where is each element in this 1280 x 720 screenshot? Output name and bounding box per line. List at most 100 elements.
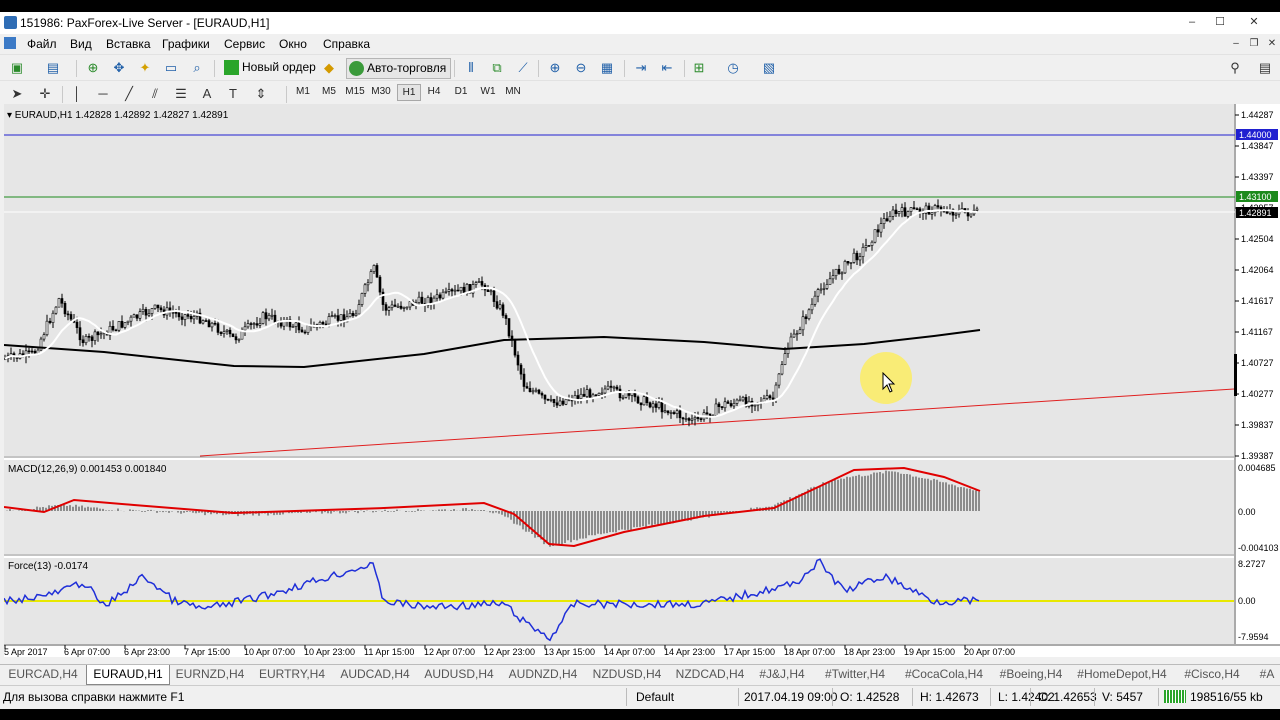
minimize-button[interactable]: – [1182,15,1202,30]
chart-tab[interactable]: AUDNZD,H4 [502,665,584,684]
time-label: 10 Apr 23:00 [304,647,355,657]
candle-body [327,316,331,325]
menu-insert[interactable]: Вставка [106,37,151,51]
fibonacci-icon[interactable]: ☰ [172,85,190,103]
market-watch-icon[interactable]: ⊕ [84,59,102,77]
timeframe-w1[interactable]: W1 [477,86,499,97]
menu-view[interactable]: Вид [70,37,92,51]
candle-body [480,281,484,286]
terminal-icon[interactable]: ▭ [162,59,180,77]
candle-body [333,315,337,317]
candle-body [723,401,727,409]
menu-bar: Файл Вид Вставка Графики Сервис Окно Спр… [0,34,1280,54]
time-label: 6 Apr 23:00 [124,647,170,657]
text-icon[interactable]: A [198,85,216,103]
time-label: 10 Apr 07:00 [244,647,295,657]
metaeditor-icon[interactable]: ◆ [320,59,338,77]
maximize-button[interactable]: ☐ [1210,15,1230,30]
candle-body [732,403,736,407]
menu-tools[interactable]: Сервис [224,37,265,51]
candle-body [273,314,277,323]
equidistant-channel-icon[interactable]: ⫽ [146,85,164,103]
timeframe-m5[interactable]: M5 [318,86,340,97]
scroll-marker [1234,354,1237,396]
auto-scroll-icon[interactable]: ⇤ [658,59,676,77]
zoom-out-icon[interactable]: ⊖ [572,59,590,77]
chart-tab[interactable]: #A [1252,665,1280,684]
bar-chart-icon[interactable]: ⫴ [462,59,480,77]
timeframe-h1[interactable]: H1 [397,84,421,101]
navigator-icon[interactable]: ✥ [110,59,128,77]
timeframe-m30[interactable]: M30 [370,86,392,97]
mdi-restore-button[interactable]: ❐ [1246,37,1262,50]
auto-trading-button[interactable]: Авто-торговля [346,58,452,79]
new-chart-icon[interactable]: ▣ [8,59,26,77]
menu-window[interactable]: Окно [279,37,307,51]
new-order-button[interactable]: Новый ордер [222,58,316,77]
menu-charts[interactable]: Графики [162,37,210,51]
data-window-icon[interactable]: ✦ [136,59,154,77]
time-label: 14 Apr 07:00 [604,647,655,657]
chart-tab[interactable]: #CocaCola,H4 [898,665,990,684]
templates-icon[interactable]: ▧ [760,59,778,77]
menu-file[interactable]: Файл [27,37,57,51]
candle-body [687,418,691,421]
chart-tab[interactable]: AUDCAD,H4 [334,665,416,684]
chart-tab[interactable]: EURTRY,H4 [252,665,332,684]
vertical-line-icon[interactable]: │ [68,85,86,103]
candlesticks-icon[interactable]: ⧉ [488,59,506,77]
price-chart[interactable]: ▾ EURAUD,H1 1.42828 1.42892 1.42827 1.42… [4,104,1280,657]
search-icon[interactable]: ⚲ [1226,59,1244,77]
chart-shift-icon[interactable]: ⇥ [632,59,650,77]
chart-tab[interactable]: NZDUSD,H4 [586,665,668,684]
candle-body [804,316,808,320]
chart-tab[interactable]: EURNZD,H4 [170,665,250,684]
indicators-icon[interactable]: ⊞ [690,59,708,77]
chart-window[interactable]: ▾ EURAUD,H1 1.42828 1.42892 1.42827 1.42… [4,104,1280,657]
chart-tab[interactable]: AUDUSD,H4 [418,665,500,684]
chart-tab[interactable]: NZDCAD,H4 [670,665,750,684]
menu-help[interactable]: Справка [323,37,370,51]
timeframe-m15[interactable]: M15 [344,86,366,97]
arrows-icon[interactable]: ⇕ [252,85,270,103]
chart-tab[interactable]: EURAUD,H1 [86,665,170,685]
timeframe-d1[interactable]: D1 [450,86,472,97]
line-chart-icon[interactable]: ⟋ [514,59,532,77]
timeframe-m1[interactable]: M1 [292,86,314,97]
chart-tab[interactable]: #HomeDepot,H4 [1072,665,1172,684]
tile-windows-icon[interactable]: ▦ [598,59,616,77]
candle-body [888,216,892,222]
mdi-close-button[interactable]: ✕ [1264,37,1280,50]
chart-tab[interactable]: #Twitter,H4 [814,665,896,684]
candle-body [117,321,121,331]
candle-body [660,401,664,413]
timeframe-h4[interactable]: H4 [423,86,445,97]
periods-icon[interactable]: ◷ [724,59,742,77]
cursor-icon[interactable]: ➤ [8,85,26,103]
candle-body [678,410,682,419]
crosshair-icon[interactable]: ✛ [36,85,54,103]
horizontal-line-icon[interactable]: ─ [94,85,112,103]
trendline-icon[interactable]: ╱ [120,85,138,103]
chat-icon[interactable]: ▤ [1256,59,1274,77]
text-label-icon[interactable]: T [224,85,242,103]
profiles-icon[interactable]: ▤ [44,59,62,77]
mdi-minimize-button[interactable]: – [1228,37,1244,50]
chart-tab[interactable]: #J&J,H4 [752,665,812,684]
close-button[interactable]: ✕ [1244,15,1264,30]
chart-tab[interactable]: #Boeing,H4 [992,665,1070,684]
zoom-in-icon[interactable]: ⊕ [546,59,564,77]
candle-body [123,322,127,328]
chart-tab[interactable]: EURCAD,H4 [2,665,84,684]
chart-tab[interactable]: #Cisco,H4 [1174,665,1250,684]
candle-body [837,268,841,274]
candle-body [726,401,730,404]
candle-body [174,312,178,314]
candle-body [330,315,334,317]
strategy-tester-icon[interactable]: ⌕ [188,59,206,77]
candle-body [33,350,37,354]
timeframe-mn[interactable]: MN [502,86,524,97]
force-label: Force(13) -0.0174 [8,561,88,572]
candle-body [489,290,493,293]
candle-body [663,410,667,413]
